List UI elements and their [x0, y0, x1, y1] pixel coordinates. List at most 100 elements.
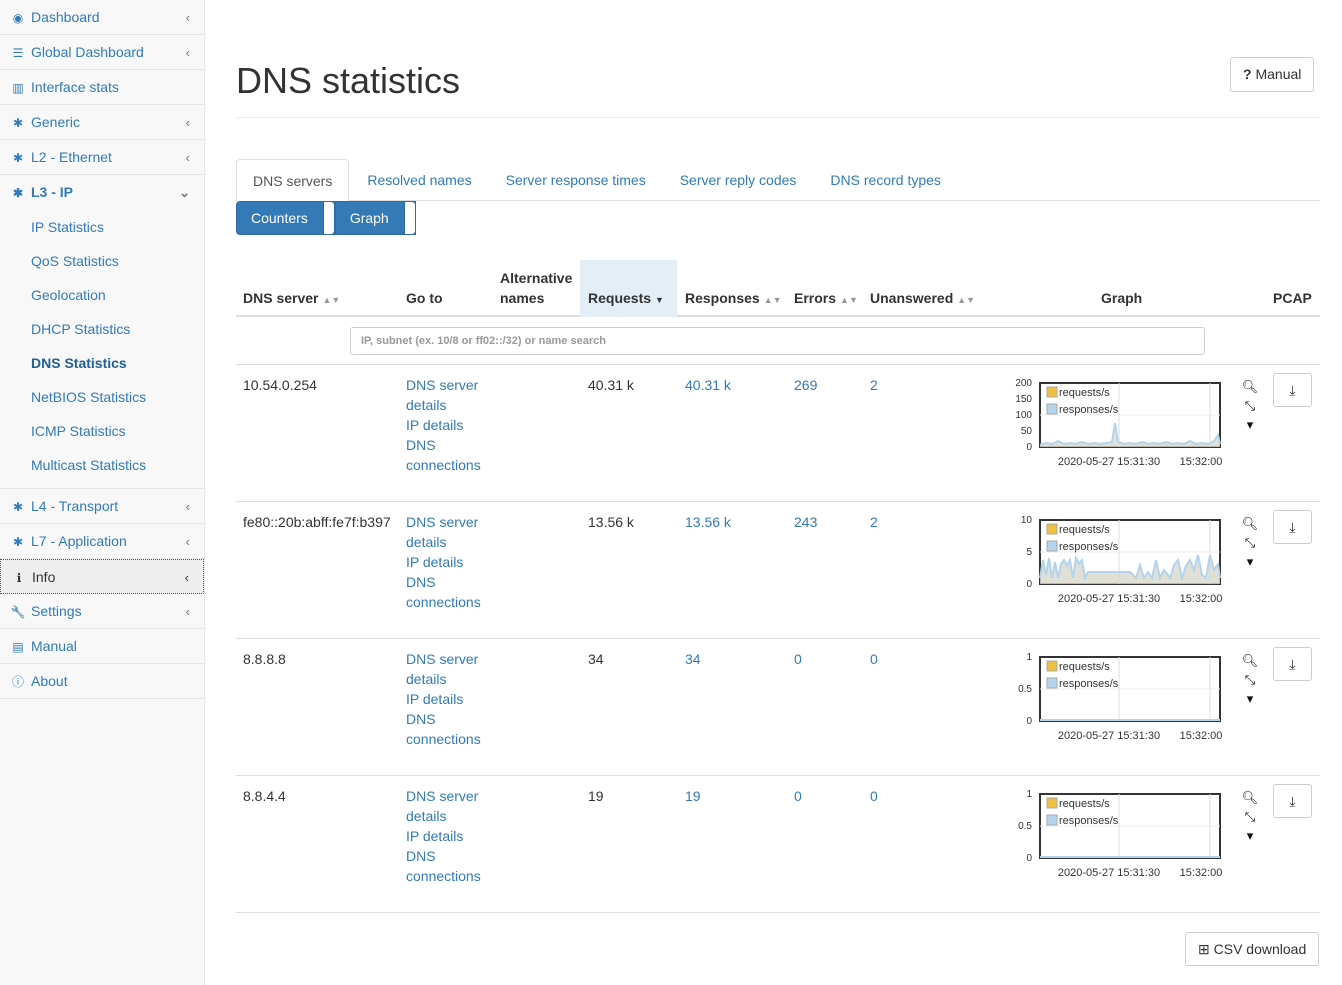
- graph-tools: 🔍︎ ⤡ ▾: [1240, 514, 1260, 571]
- sidebar-subitem-qos-statistics[interactable]: QoS Statistics: [0, 244, 204, 278]
- caret-down-icon[interactable]: ▾: [1240, 552, 1260, 571]
- title-divider: [236, 117, 1320, 118]
- caret-down-icon[interactable]: ▾: [1240, 689, 1260, 708]
- sidebar-item-settings[interactable]: 🔧 Settings ‹: [0, 594, 204, 629]
- dns-server-details-link[interactable]: DNS server details: [406, 514, 478, 550]
- manual-button[interactable]: ? Manual: [1230, 57, 1315, 92]
- tab-server-reply-codes[interactable]: Server reply codes: [664, 159, 813, 201]
- pcap-download-button[interactable]: ⤓: [1273, 784, 1312, 818]
- caret-down-icon[interactable]: ▾: [1240, 826, 1260, 845]
- counters-toggle[interactable]: Counters: [236, 201, 335, 235]
- y-tick-label: 0: [1026, 716, 1032, 727]
- errors-link[interactable]: 269: [794, 375, 817, 395]
- errors-link[interactable]: 0: [794, 786, 802, 806]
- legend-responses: responses/s: [1059, 815, 1119, 827]
- responses-link[interactable]: 19: [685, 786, 701, 806]
- legend-responses: responses/s: [1059, 541, 1119, 553]
- download-icon: ⤓: [1289, 519, 1296, 535]
- sidebar-item-generic[interactable]: ✱ Generic ‹: [0, 105, 204, 140]
- sidebar-item-info[interactable]: ℹ Info ‹: [0, 559, 204, 594]
- zoom-icon[interactable]: 🔍︎: [1240, 788, 1260, 807]
- unanswered-link[interactable]: 2: [870, 375, 878, 395]
- header-unanswered[interactable]: Unanswered ▲▼: [870, 260, 975, 317]
- graph-toggle[interactable]: Graph: [334, 201, 416, 235]
- compress-icon[interactable]: ⤡: [1240, 533, 1260, 552]
- responses-link[interactable]: 13.56 k: [685, 512, 731, 532]
- header-requests[interactable]: Requests ▼: [580, 260, 677, 317]
- sidebar-subitem-icmp-statistics[interactable]: ICMP Statistics: [0, 414, 204, 448]
- responses-link[interactable]: 34: [685, 649, 701, 669]
- graph-tools: 🔍︎ ⤡ ▾: [1240, 788, 1260, 845]
- dns-server-details-link[interactable]: DNS server details: [406, 651, 478, 687]
- unanswered-link[interactable]: 0: [870, 649, 878, 669]
- dns-server-details-link[interactable]: DNS server details: [406, 788, 478, 824]
- gear-icon: ✱: [12, 500, 24, 514]
- search-input[interactable]: IP, subnet (ex. 10/8 or ff02::/32) or na…: [350, 327, 1205, 355]
- download-icon: ⤓: [1289, 793, 1296, 809]
- ip-details-link[interactable]: IP details: [406, 828, 463, 844]
- legend-requests: requests/s: [1059, 798, 1110, 810]
- compress-icon[interactable]: ⤡: [1240, 670, 1260, 689]
- pcap-download-button[interactable]: ⤓: [1273, 510, 1312, 544]
- errors-link[interactable]: 0: [794, 649, 802, 669]
- y-tick-label: 5: [1026, 547, 1032, 558]
- table-row: 8.8.4.4 DNS server details IP details DNS…: [236, 776, 1320, 913]
- sidebar-item-about[interactable]: ⓘ About: [0, 664, 204, 699]
- sidebar-subitem-multicast-statistics[interactable]: Multicast Statistics: [0, 448, 204, 482]
- dns-connections-link[interactable]: DNS connections: [406, 437, 481, 473]
- tab-dns-record-types[interactable]: DNS record types: [814, 159, 956, 201]
- toggle-knob: [403, 201, 416, 235]
- ip-details-link[interactable]: IP details: [406, 554, 463, 570]
- sidebar-item-global-dashboard[interactable]: ☰ Global Dashboard ‹: [0, 35, 204, 70]
- header-responses[interactable]: Responses ▲▼: [685, 260, 782, 317]
- sidebar-item-interface-stats[interactable]: ▥ Interface stats: [0, 70, 204, 105]
- csv-download-button[interactable]: ⊞ CSV download: [1185, 932, 1320, 966]
- sidebar-subitem-dns-statistics[interactable]: DNS Statistics: [0, 346, 204, 380]
- compress-icon[interactable]: ⤡: [1240, 396, 1260, 415]
- legend-swatch-requests: [1046, 797, 1058, 809]
- ip-details-link[interactable]: IP details: [406, 691, 463, 707]
- sidebar-subitem-geolocation[interactable]: Geolocation: [0, 278, 204, 312]
- sidebar-item-l3-ip[interactable]: ✱ L3 - IP ⌄: [0, 175, 204, 210]
- sidebar-subitem-dhcp-statistics[interactable]: DHCP Statistics: [0, 312, 204, 346]
- sidebar-item-dashboard[interactable]: ◉ Dashboard ‹: [0, 0, 204, 35]
- traffic-graph-svg: 1 0.5 0 requests/s responses/s 2020-05-27 …: [1018, 652, 1222, 742]
- dashboard-icon: ◉: [12, 11, 24, 25]
- compress-icon[interactable]: ⤡: [1240, 807, 1260, 826]
- header-errors[interactable]: Errors ▲▼: [794, 260, 858, 317]
- dns-server-details-link[interactable]: DNS server details: [406, 377, 478, 413]
- sidebar-item-manual[interactable]: ▤ Manual: [0, 629, 204, 664]
- zoom-icon[interactable]: 🔍︎: [1240, 377, 1260, 396]
- sidebar-item-l7-application[interactable]: ✱ L7 - Application ‹: [0, 524, 204, 559]
- pcap-download-button[interactable]: ⤓: [1273, 373, 1312, 407]
- unanswered-link[interactable]: 2: [870, 512, 878, 532]
- table-row: fe80::20b:abff:fe7f:b397 DNS server detai…: [236, 502, 1320, 639]
- header-dns-server[interactable]: DNS server ▲▼: [243, 260, 340, 317]
- dns-connections-link[interactable]: DNS connections: [406, 574, 481, 610]
- zoom-icon[interactable]: 🔍︎: [1240, 651, 1260, 670]
- responses-link[interactable]: 40.31 k: [685, 375, 731, 395]
- dns-server-address: 8.8.8.8: [243, 651, 286, 667]
- l3-subnav: IP Statistics QoS Statistics Geolocation…: [0, 210, 204, 489]
- zoom-icon[interactable]: 🔍︎: [1240, 514, 1260, 533]
- dns-connections-link[interactable]: DNS connections: [406, 711, 481, 747]
- sidebar-item-l2-ethernet[interactable]: ✱ L2 - Ethernet ‹: [0, 140, 204, 175]
- sidebar-subitem-netbios-statistics[interactable]: NetBIOS Statistics: [0, 380, 204, 414]
- tab-server-response-times[interactable]: Server response times: [490, 159, 662, 201]
- sidebar-item-l4-transport[interactable]: ✱ L4 - Transport ‹: [0, 489, 204, 524]
- legend-swatch-requests: [1046, 523, 1058, 535]
- y-tick-label: 0: [1026, 853, 1032, 864]
- time-label-start: 2020-05-27 15:31:30: [1058, 593, 1160, 605]
- chevron-left-icon: ‹: [185, 499, 190, 514]
- unanswered-link[interactable]: 0: [870, 786, 878, 806]
- ip-details-link[interactable]: IP details: [406, 417, 463, 433]
- y-tick-label: 0.5: [1018, 684, 1032, 695]
- tab-dns-servers[interactable]: DNS servers: [236, 159, 350, 202]
- caret-down-icon[interactable]: ▾: [1240, 415, 1260, 434]
- errors-link[interactable]: 243: [794, 512, 817, 532]
- dns-connections-link[interactable]: DNS connections: [406, 848, 481, 884]
- pcap-download-button[interactable]: ⤓: [1273, 647, 1312, 681]
- legend-swatch-requests: [1046, 386, 1058, 398]
- tab-resolved-names[interactable]: Resolved names: [351, 159, 487, 201]
- sidebar-subitem-ip-statistics[interactable]: IP Statistics: [0, 210, 204, 244]
